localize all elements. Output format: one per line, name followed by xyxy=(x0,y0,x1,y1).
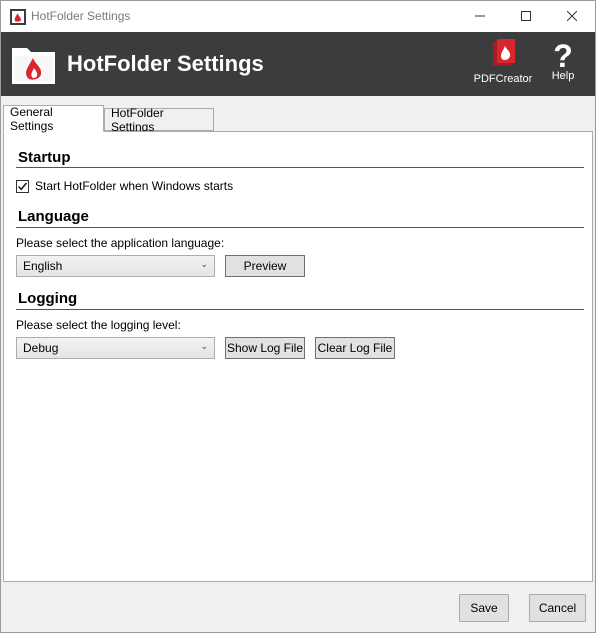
language-divider xyxy=(16,227,584,228)
help-label: Help xyxy=(551,70,575,82)
chevron-down-icon: ⌄ xyxy=(200,341,208,351)
minimize-icon xyxy=(475,10,485,24)
start-with-windows-label: Start HotFolder when Windows starts xyxy=(35,179,234,193)
tab-general-settings[interactable]: General Settings xyxy=(3,105,104,133)
general-settings-panel: Startup Start HotFolder when Windows sta… xyxy=(3,131,593,582)
show-log-file-button[interactable]: Show Log File xyxy=(225,337,305,359)
maximize-icon xyxy=(521,10,531,24)
cancel-button[interactable]: Cancel xyxy=(529,594,586,622)
title-bar[interactable]: HotFolder Settings xyxy=(1,1,595,32)
maximize-button[interactable] xyxy=(503,1,549,32)
startup-divider xyxy=(16,167,584,168)
folder-flame-icon xyxy=(11,42,57,86)
close-icon xyxy=(566,10,578,24)
logging-level-select[interactable]: Debug ⌄ xyxy=(16,337,215,359)
language-heading: Language xyxy=(18,208,89,225)
logging-heading: Logging xyxy=(18,290,78,307)
page-title: HotFolder Settings xyxy=(67,51,264,76)
start-with-windows-option[interactable]: Start HotFolder when Windows starts xyxy=(16,179,233,193)
pdfcreator-label: PDFCreator xyxy=(473,73,533,85)
minimize-button[interactable] xyxy=(457,1,503,32)
close-button[interactable] xyxy=(549,1,595,32)
startup-heading: Startup xyxy=(18,149,71,166)
tab-hotfolder-settings[interactable]: HotFolder Settings xyxy=(104,106,214,134)
clear-log-file-button[interactable]: Clear Log File xyxy=(315,337,395,359)
language-select-value: English xyxy=(23,259,63,273)
logging-divider xyxy=(16,309,584,310)
logging-level-value: Debug xyxy=(23,341,59,355)
logging-prompt: Please select the logging level: xyxy=(16,318,181,332)
language-prompt: Please select the application language: xyxy=(16,236,225,250)
save-button[interactable]: Save xyxy=(459,594,509,622)
start-with-windows-checkbox[interactable] xyxy=(16,179,29,193)
preview-button[interactable]: Preview xyxy=(225,255,305,277)
checkmark-icon xyxy=(17,181,28,190)
help-button[interactable]: ? Help xyxy=(545,38,581,92)
header-banner: HotFolder Settings PDFCreator ? Help xyxy=(1,32,595,96)
settings-window: HotFolder Settings HotFolder Settings PD… xyxy=(0,0,596,633)
window-title: HotFolder Settings xyxy=(31,9,131,23)
pdfcreator-button[interactable]: PDFCreator xyxy=(473,38,533,92)
chevron-down-icon: ⌄ xyxy=(200,259,208,269)
pdfcreator-icon xyxy=(489,38,517,71)
help-icon: ? xyxy=(553,38,573,74)
language-select[interactable]: English ⌄ xyxy=(16,255,215,277)
pdfcreator-app-icon xyxy=(10,9,26,25)
